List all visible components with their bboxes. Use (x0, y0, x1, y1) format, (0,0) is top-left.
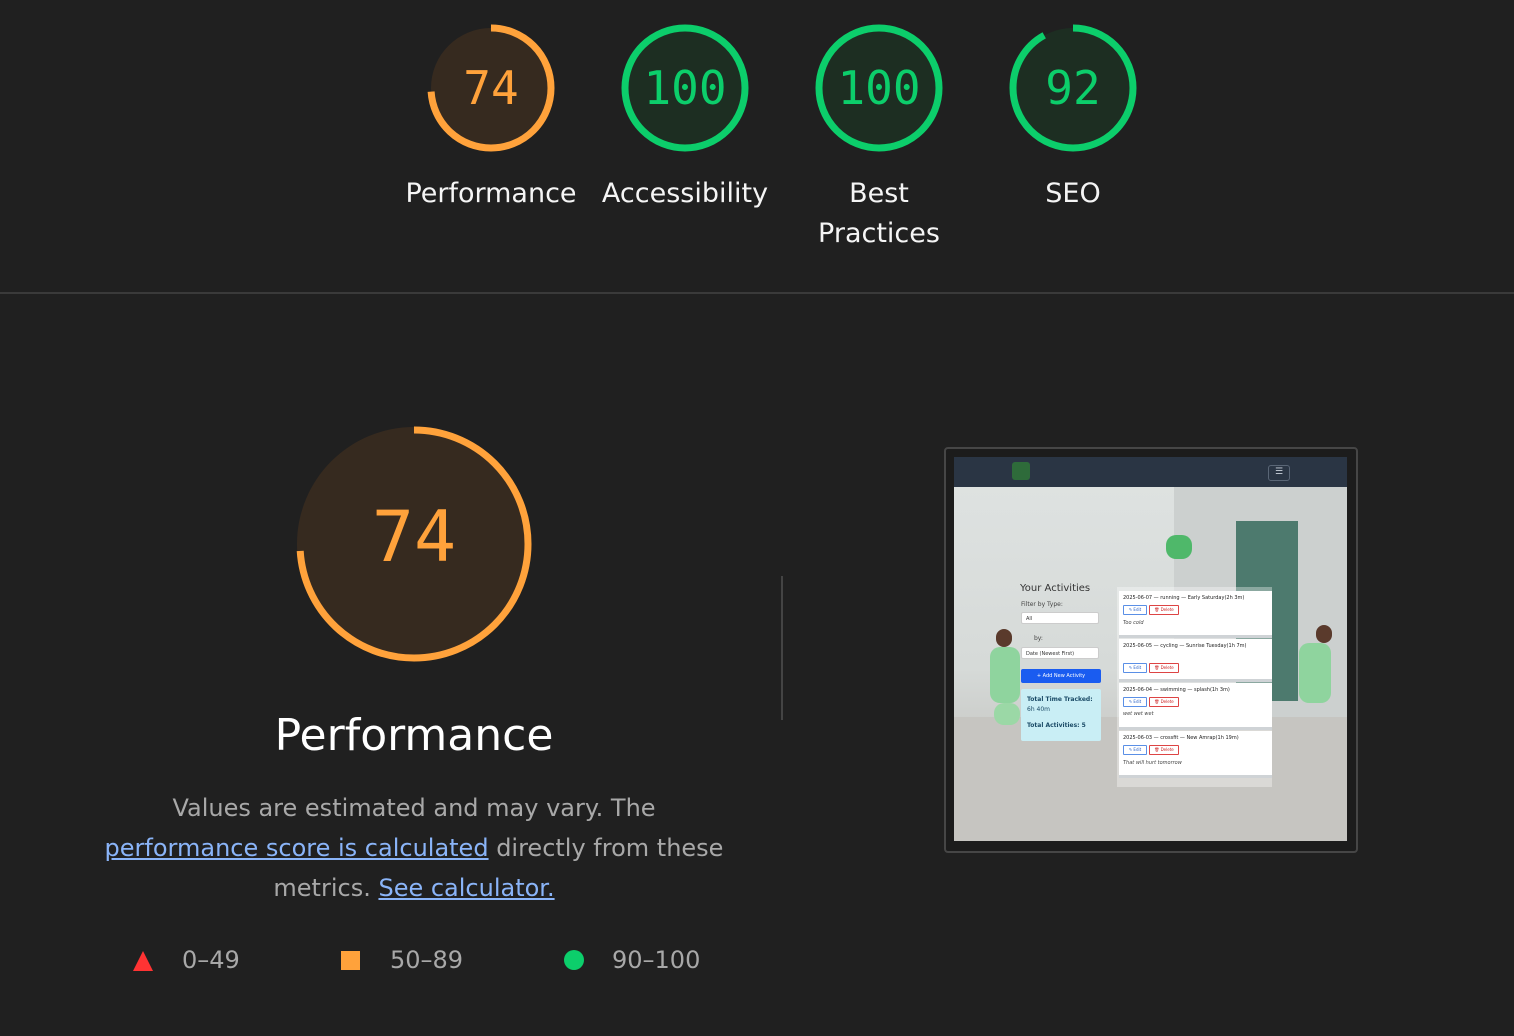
gauge-ring: 100 (619, 22, 751, 154)
performance-title: Performance (274, 710, 554, 761)
legend-pass-range: 90–100 (612, 946, 701, 974)
gauge-label: Performance (405, 178, 577, 209)
activity-list: 2025-06-07 — running — Early Saturday(2h… (1117, 587, 1272, 787)
total-time-value: 6h 40m (1027, 706, 1051, 713)
gauge-best-practices[interactable]: 100 Best Practices (789, 22, 969, 254)
activity-note: Too cold (1123, 620, 1144, 626)
gauge-label-line1: Best (849, 178, 909, 209)
hamburger-menu-icon: ☰ (1268, 465, 1290, 481)
circle-icon (564, 950, 584, 970)
gauge-performance[interactable]: 74 Performance (401, 22, 581, 214)
filter-label: Filter by Type: (1021, 601, 1063, 608)
total-activities: Total Activities: 5 (1027, 722, 1086, 729)
runner-figure (1299, 643, 1331, 703)
screenshot-image: ☰ Your Activities Filter by Type: All by… (954, 457, 1347, 841)
activity-header: 2025-06-04 — swimming — splash(1h 3m) (1123, 687, 1230, 693)
gauge-ring: 74 (425, 22, 557, 154)
gauge-ring: 92 (1007, 22, 1139, 154)
gauge-score: 74 (463, 61, 519, 115)
edit-button: ✎ Edit (1123, 745, 1147, 755)
edit-button: ✎ Edit (1123, 697, 1147, 707)
add-activity-button: + Add New Activity (1021, 669, 1101, 683)
triangle-icon (133, 951, 153, 971)
sort-label: by: (1034, 635, 1043, 642)
performance-gauge-large: 74 (294, 424, 534, 664)
section-divider (0, 292, 1514, 294)
delete-button: 🗑 Delete (1149, 663, 1179, 673)
activity-header: 2025-06-07 — running — Early Saturday(2h… (1123, 595, 1245, 601)
activity-card: 2025-06-04 — swimming — splash(1h 3m) ✎ … (1119, 683, 1272, 730)
runner-figure (994, 703, 1020, 725)
gauge-ring: 100 (813, 22, 945, 154)
delete-button: 🗑 Delete (1149, 745, 1179, 755)
gauge-seo[interactable]: 92 SEO (983, 22, 1163, 214)
gauge-accessibility[interactable]: 100 Accessibility (595, 22, 775, 214)
edit-button: ✎ Edit (1123, 605, 1147, 615)
edit-button: ✎ Edit (1123, 663, 1147, 673)
activity-note: That will hurt tomorrow (1123, 760, 1182, 766)
legend-fail-range: 0–49 (182, 946, 240, 974)
activity-note: wet wet wet (1123, 711, 1154, 717)
desc-text: Values are estimated and may vary. The (172, 794, 656, 822)
runner-head (1316, 625, 1332, 643)
gauge-label: Accessibility (601, 178, 769, 209)
gauge-label-line2: Practices (818, 218, 940, 249)
thrown-shirt (1166, 535, 1192, 559)
activity-header: 2025-06-05 — cycling — Sunrise Tuesday(1… (1123, 643, 1247, 649)
activity-header: 2025-06-03 — crossfit — New Amrap(1h 19m… (1123, 735, 1239, 741)
activity-card: 2025-06-05 — cycling — Sunrise Tuesday(1… (1119, 639, 1272, 682)
see-calculator-link[interactable]: See calculator. (378, 874, 554, 902)
score-description: Values are estimated and may vary. The p… (104, 788, 724, 908)
category-scores: 74 Performance 100 Accessibility 100 Bes… (0, 0, 1514, 292)
gauge-label: SEO (1045, 178, 1101, 209)
screenshot-navbar: ☰ (954, 457, 1347, 487)
legend-pass: 90–100 (563, 944, 713, 978)
gauge-label: Best Practices (789, 174, 969, 254)
score-calculated-link[interactable]: performance score is calculated (105, 834, 489, 862)
sort-select: Date (Newest First) (1021, 647, 1099, 659)
totals-panel: Total Time Tracked: 6h 40m Total Activit… (1021, 689, 1101, 741)
gauge-score: 92 (1045, 61, 1101, 115)
vertical-separator (781, 576, 783, 720)
logo-icon (1012, 462, 1030, 480)
runner-head (996, 629, 1012, 647)
performance-score-large: 74 (371, 496, 457, 578)
activity-card: 2025-06-03 — crossfit — New Amrap(1h 19m… (1119, 731, 1272, 778)
final-screenshot[interactable]: ☰ Your Activities Filter by Type: All by… (944, 447, 1358, 853)
legend-average-range: 50–89 (390, 946, 464, 974)
gauge-score: 100 (643, 61, 727, 115)
total-time-label: Total Time Tracked: (1027, 696, 1093, 703)
square-icon (341, 951, 360, 970)
gauge-score: 100 (837, 61, 921, 115)
activities-heading: Your Activities (1020, 583, 1091, 594)
filter-select: All (1021, 612, 1099, 624)
runner-figure (990, 647, 1020, 703)
legend-average: 50–89 (340, 944, 480, 978)
legend-fail: 0–49 (132, 944, 272, 978)
activity-card: 2025-06-07 — running — Early Saturday(2h… (1119, 591, 1272, 638)
delete-button: 🗑 Delete (1149, 697, 1179, 707)
delete-button: 🗑 Delete (1149, 605, 1179, 615)
